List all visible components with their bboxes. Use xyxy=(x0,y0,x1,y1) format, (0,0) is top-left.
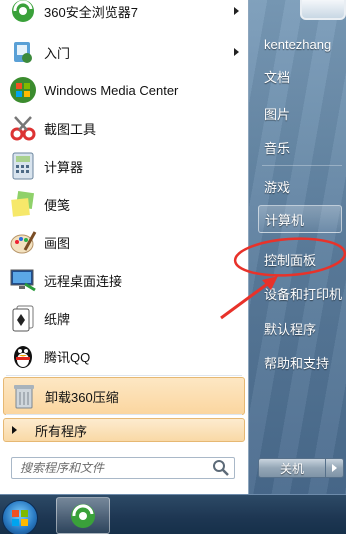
windows-media-center-icon xyxy=(8,75,38,105)
right-item-pictures[interactable]: 图片 xyxy=(258,99,342,127)
program-label: 腾讯QQ xyxy=(44,349,91,365)
solitaire-icon xyxy=(8,303,38,333)
divider xyxy=(6,375,242,376)
program-label: 纸牌 xyxy=(44,311,71,327)
start-orb-button[interactable] xyxy=(2,500,38,534)
right-item-help-support[interactable]: 帮助和支持 xyxy=(258,348,342,376)
user-picture[interactable] xyxy=(300,0,346,20)
right-item-music[interactable]: 音乐 xyxy=(258,133,342,161)
getting-started-icon xyxy=(8,37,38,67)
remote-desktop-icon xyxy=(8,265,38,295)
taskbar-app-360-browser[interactable] xyxy=(56,497,110,534)
chevron-right-icon xyxy=(234,48,239,56)
program-label: 360安全浏览器7 xyxy=(44,4,138,20)
calculator-icon xyxy=(8,151,38,181)
right-item-user[interactable]: kentezhang xyxy=(258,30,342,58)
program-item-sticky-notes[interactable]: 便笺 xyxy=(3,185,245,223)
shutdown-options-button[interactable] xyxy=(326,458,344,478)
sticky-notes-icon xyxy=(8,189,38,219)
right-item-control-panel[interactable]: 控制面板 xyxy=(258,245,342,273)
chevron-right-icon xyxy=(332,464,337,472)
program-item-uninstall-360-zip[interactable]: 卸载360压缩 xyxy=(3,377,245,415)
chevron-right-icon xyxy=(234,7,239,15)
snipping-tool-icon xyxy=(8,113,38,143)
right-item-devices-printers[interactable]: 设备和打印机 xyxy=(258,279,342,307)
triangle-right-icon xyxy=(12,426,17,434)
right-item-games[interactable]: 游戏 xyxy=(258,172,342,200)
program-label: 画图 xyxy=(44,235,71,251)
right-item-documents[interactable]: 文档 xyxy=(258,62,342,90)
start-menu-left-pane: 360安全浏览器7 入门 Windows Media Center 截图工具 计… xyxy=(0,0,249,494)
search-input[interactable] xyxy=(20,461,212,475)
360-browser-icon xyxy=(71,503,95,528)
program-item-360-browser[interactable]: 360安全浏览器7 xyxy=(3,0,245,30)
program-label: Windows Media Center xyxy=(44,82,179,98)
magnifier-icon[interactable] xyxy=(212,459,230,477)
program-label: 入门 xyxy=(44,45,71,61)
program-item-remote-desktop[interactable]: 远程桌面连接 xyxy=(3,261,245,299)
all-programs-button[interactable]: 所有程序 xyxy=(3,418,245,442)
program-item-windows-media-center[interactable]: Windows Media Center xyxy=(3,71,245,109)
all-programs-label: 所有程序 xyxy=(35,423,88,439)
program-item-calculator[interactable]: 计算器 xyxy=(3,147,245,185)
program-item-paint[interactable]: 画图 xyxy=(3,223,245,261)
right-item-default-programs[interactable]: 默认程序 xyxy=(258,314,342,342)
search-box[interactable] xyxy=(11,457,235,479)
taskbar xyxy=(0,494,346,534)
shutdown-button[interactable]: 关机 xyxy=(258,458,326,478)
program-label: 远程桌面连接 xyxy=(44,273,123,289)
program-label: 截图工具 xyxy=(44,121,97,137)
uninstall-360-zip-icon xyxy=(9,381,39,411)
program-label: 便笺 xyxy=(44,197,71,213)
program-item-getting-started[interactable]: 入门 xyxy=(3,33,245,71)
program-label: 计算器 xyxy=(44,159,84,175)
program-label: 卸载360压缩 xyxy=(45,389,119,405)
divider xyxy=(262,165,342,166)
360-browser-icon xyxy=(8,0,38,26)
qq-penguin-icon xyxy=(8,341,38,371)
divider xyxy=(6,414,242,415)
program-item-tencent-qq[interactable]: 腾讯QQ xyxy=(3,337,245,375)
program-item-snipping-tool[interactable]: 截图工具 xyxy=(3,109,245,147)
program-item-solitaire[interactable]: 纸牌 xyxy=(3,299,245,337)
paint-icon xyxy=(8,227,38,257)
right-item-computer[interactable]: 计算机 xyxy=(258,205,342,233)
